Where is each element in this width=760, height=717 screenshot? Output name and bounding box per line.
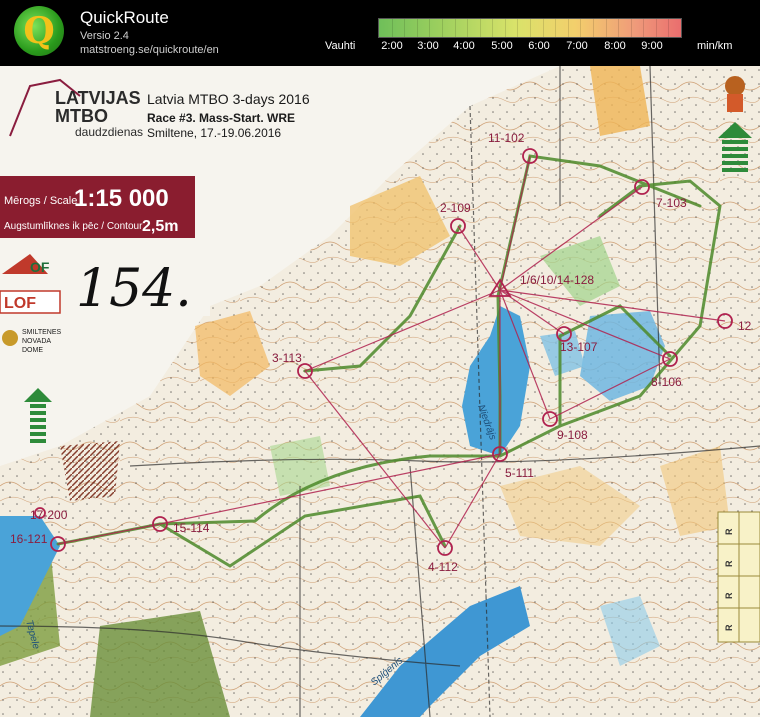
pace-scale-cell <box>454 19 456 37</box>
settlement-area <box>60 441 120 501</box>
app-version: Versio 2.4 <box>80 30 129 42</box>
strip-letter: R <box>724 592 734 599</box>
control-label: 12 <box>738 319 752 333</box>
control-label: 7-103 <box>656 196 687 210</box>
control-label: 4-112 <box>428 560 458 574</box>
pace-scale-cell <box>492 19 494 37</box>
pace-color-scale <box>378 18 682 38</box>
sponsor-text: OF <box>30 259 50 275</box>
contour-value: 2,5m <box>142 218 178 235</box>
pace-scale-cell <box>517 19 519 37</box>
pace-scale-cell <box>592 19 594 37</box>
pace-scale-cell <box>643 19 645 37</box>
control-label: 15-114 <box>173 521 210 535</box>
pace-scale-cell <box>618 19 620 37</box>
strip-letter: R <box>724 528 734 535</box>
strip-letter: R <box>724 560 734 567</box>
pace-scale-ticks: 2:00 3:00 4:00 5:00 6:00 7:00 8:00 9:00 <box>378 40 680 54</box>
orienteering-map[interactable]: 11-102 2-109 7-103 1/6/10/14-128 12 13-1… <box>0 66 760 717</box>
app-header: Q QuickRoute Versio 2.4 matstroeng.se/qu… <box>0 0 760 66</box>
pace-scale-cell <box>429 19 431 37</box>
place-date: Smiltene, 17.-19.06.2016 <box>147 126 281 140</box>
pace-scale-unit: min/km <box>697 40 733 52</box>
control-label: 8-106 <box>651 375 682 389</box>
control-card-strip: R R R R <box>717 511 760 643</box>
open-land-area <box>590 66 650 136</box>
sponsor-text: DOME <box>22 347 43 354</box>
event-title: Latvia MTBO 3-days 2016 <box>147 91 310 107</box>
strip-letter: R <box>724 624 734 631</box>
control-label: 17-200 <box>30 508 68 522</box>
pace-scale-cell <box>467 19 469 37</box>
app-url[interactable]: matstroeng.se/quickroute/en <box>80 44 219 56</box>
pace-tick: 6:00 <box>528 40 550 52</box>
app-title: QuickRoute <box>80 8 169 27</box>
mascot-icon <box>725 76 745 112</box>
control-label: 2-109 <box>440 201 471 215</box>
pace-scale-cell <box>530 19 531 37</box>
sponsor-text: LOF <box>4 295 36 312</box>
pace-scale-cell <box>479 19 481 37</box>
logo-text: LATVIJAS <box>55 88 141 108</box>
pace-scale-cell <box>630 19 632 37</box>
sponsor-text: NOVADA <box>22 338 51 345</box>
control-label: 16-121 <box>10 532 48 546</box>
pace-tick: 4:00 <box>453 40 475 52</box>
pace-scale-cell <box>404 19 406 37</box>
pace-scale-cell <box>555 19 557 37</box>
pace-scale-cell <box>655 19 657 37</box>
smiltene-crest-icon <box>2 330 18 346</box>
quickroute-logo-icon: Q <box>14 6 64 56</box>
bib-number: 154. <box>76 259 192 319</box>
pace-tick: 3:00 <box>417 40 439 52</box>
sponsor-text: SMILTENES <box>22 329 61 336</box>
control-label: 9-108 <box>557 428 588 442</box>
pace-tick: 7:00 <box>566 40 588 52</box>
control-label: 11-102 <box>488 131 525 145</box>
control-label: 13-107 <box>560 340 598 354</box>
scale-value: 1:15 000 <box>74 185 169 212</box>
pace-scale-cell <box>416 19 418 37</box>
contour-label: Augstumlīknes ik pēc / Contour <box>4 221 143 232</box>
logo-text: MTBO <box>55 106 108 126</box>
control-label: 1/6/10/14-128 <box>520 273 594 287</box>
control-label: 3-113 <box>272 351 302 365</box>
pace-tick: 2:00 <box>381 40 403 52</box>
control-label: 5-111 <box>505 466 534 480</box>
pace-scale-cell <box>668 19 670 37</box>
pace-tick: 5:00 <box>491 40 513 52</box>
pace-scale-cell <box>441 19 443 37</box>
logo-text: daudzdienas <box>75 125 143 139</box>
pace-scale-cell <box>580 19 582 37</box>
pace-scale-label: Vauhti <box>325 40 356 52</box>
pace-scale-cell <box>605 19 607 37</box>
pace-scale-cell <box>567 19 569 37</box>
pace-scale-cell <box>542 19 544 37</box>
pace-scale-cell <box>504 19 506 37</box>
pace-tick: 8:00 <box>604 40 626 52</box>
race-title: Race #3. Mass-Start. WRE <box>147 111 295 125</box>
scale-label: Mērogs / Scale <box>4 195 77 207</box>
pace-scale-cell <box>391 19 393 37</box>
pace-tick: 9:00 <box>641 40 663 52</box>
